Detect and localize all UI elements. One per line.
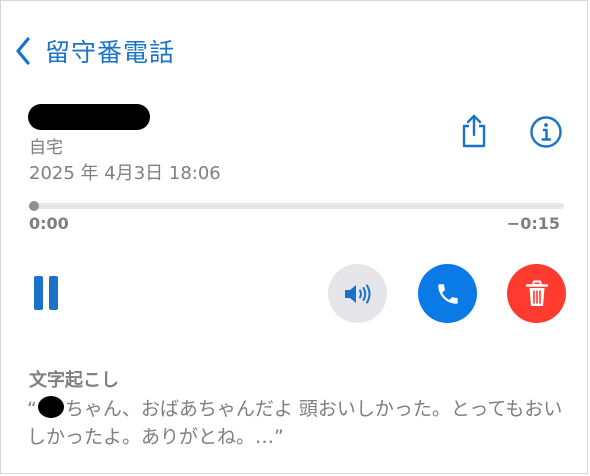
call-back-button[interactable] [418,264,477,323]
pause-button[interactable] [34,276,58,310]
share-button[interactable] [459,113,489,153]
transcription-body: ちゃん、おばあちゃんだよ 頭おいしかった。とってもおいしかったよ。ありがとね。…… [27,398,563,448]
transcription-open-quote: “ [27,398,37,420]
pause-icon [34,276,58,310]
back-title: 留守番電話 [45,38,176,67]
transcription-text: “ちゃん、おばあちゃんだよ 頭おいしかった。とってもおいしかったよ。ありがとね。… [27,395,567,451]
speaker-icon [344,284,370,303]
trash-icon [525,280,548,306]
elapsed-time: 0:00 [29,214,69,233]
transcription-title: 文字起こし [29,370,119,391]
info-icon [530,116,562,148]
screen-frame: 留守番電話 自宅 2025 年 4月3日 18:06 0:00 −0:15 文字… [0,0,588,474]
delete-button[interactable] [507,264,566,323]
chevron-left-icon [16,37,30,65]
voicemail-date: 2025 年 4月3日 18:06 [29,163,221,184]
playback-scrubber-handle[interactable] [29,201,40,211]
phone-icon [437,283,458,304]
caller-label: 自宅 [29,138,63,158]
playback-scrubber[interactable] [29,201,564,211]
caller-name-redacted [28,104,150,130]
back-button[interactable]: 留守番電話 [15,31,175,71]
redacted-name [37,396,64,418]
share-icon [462,114,486,148]
info-button[interactable] [529,115,563,153]
speaker-button[interactable] [328,264,387,323]
remaining-time: −0:15 [506,214,560,233]
